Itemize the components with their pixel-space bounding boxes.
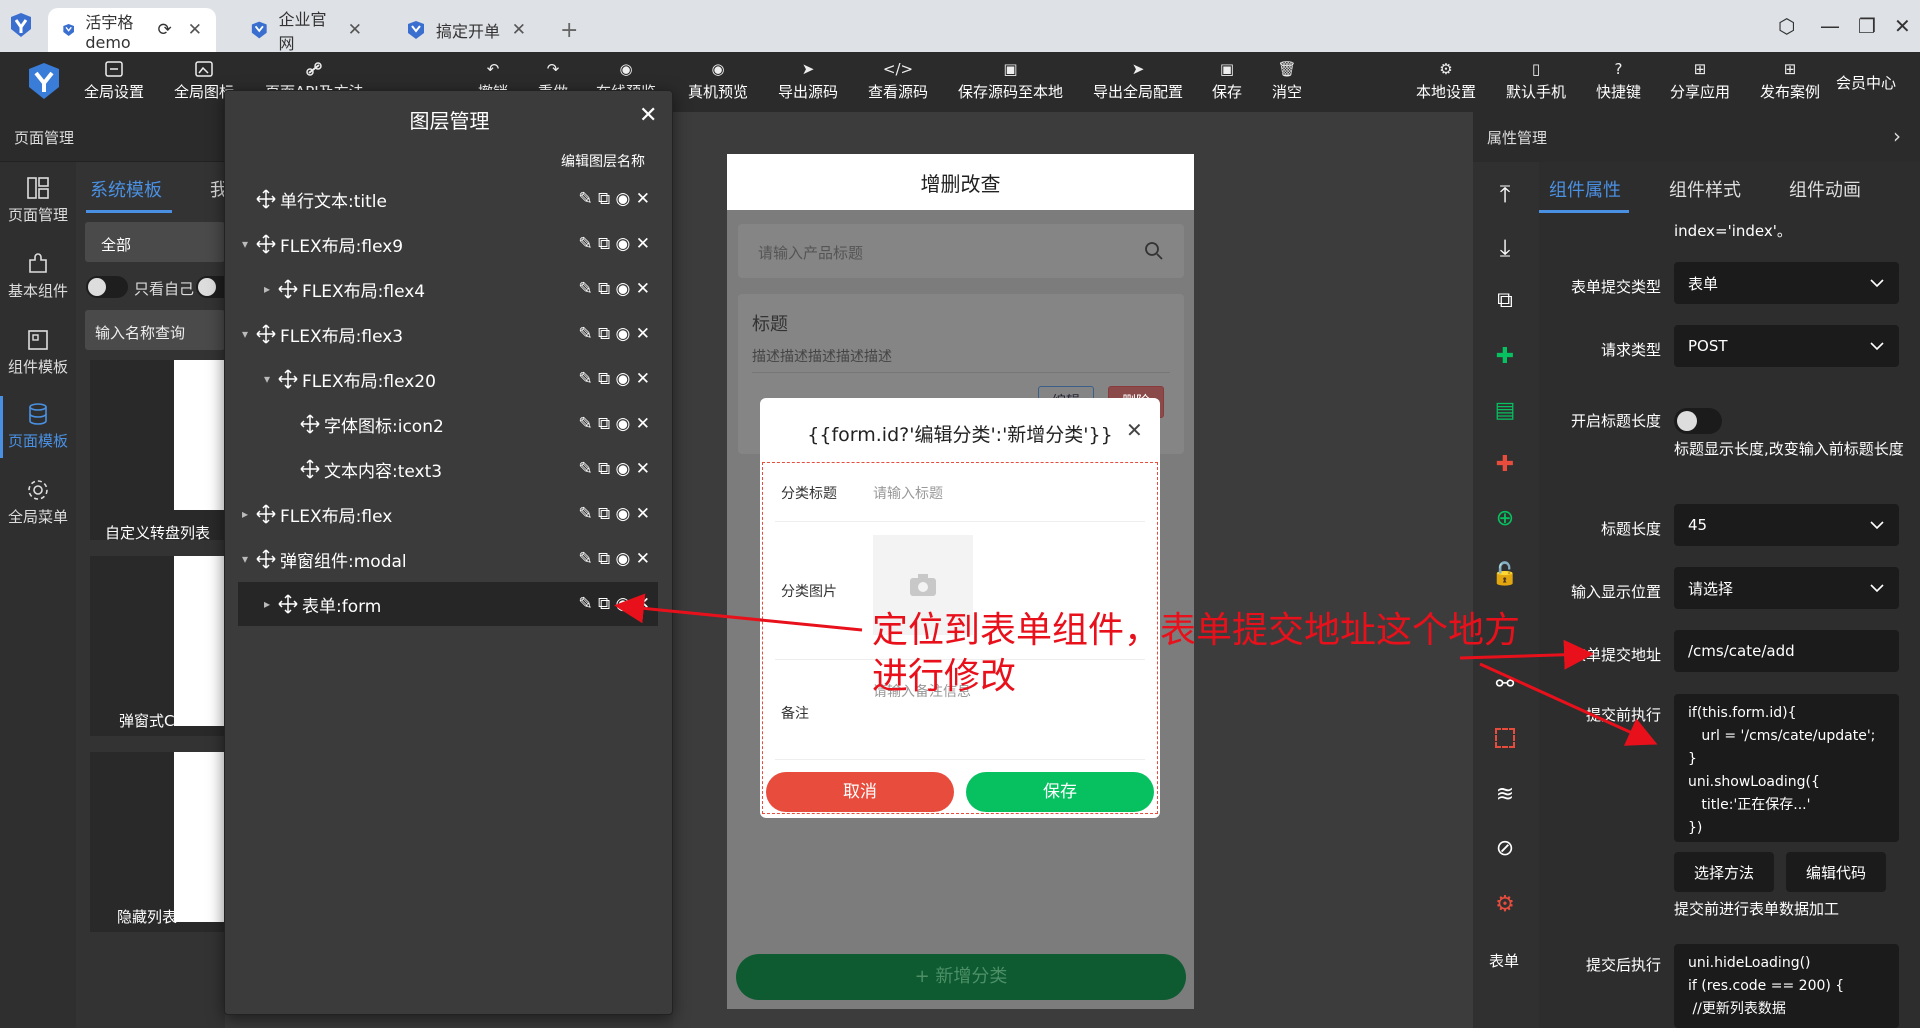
arrow-to-form-layer [614, 593, 863, 632]
annotation-arrows [614, 593, 1658, 746]
arrow-to-before-code [1479, 662, 1658, 746]
arrow-to-submit-url [1459, 639, 1594, 670]
